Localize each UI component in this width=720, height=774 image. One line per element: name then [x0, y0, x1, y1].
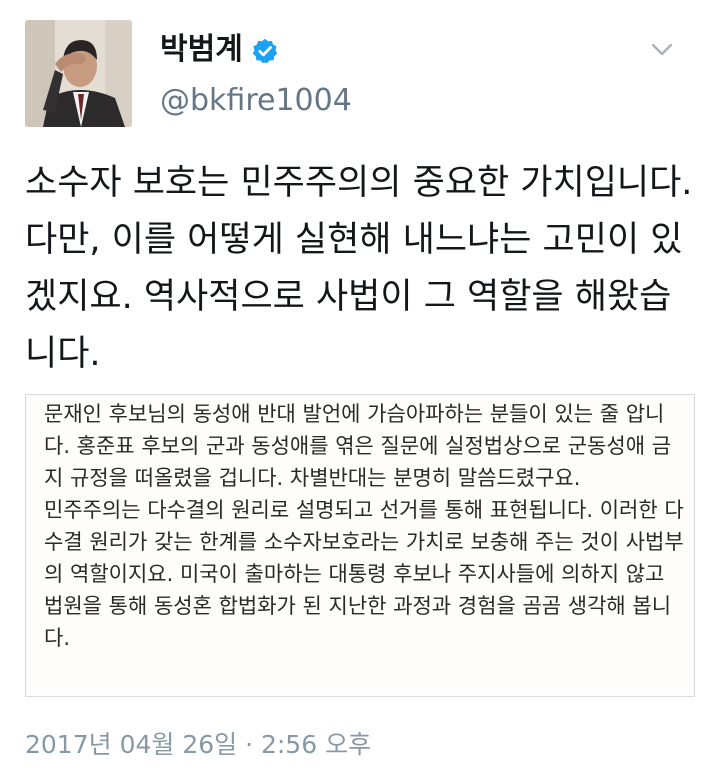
tweet-timestamp[interactable]: 2017년 04월 26일 · 2:56 오후: [25, 727, 371, 763]
author-avatar[interactable]: [25, 20, 132, 127]
attached-image-paragraph-1: 문재인 후보님의 동성애 반대 발언에 가슴아파하는 분들이 있는 줄 압니다.…: [44, 402, 672, 490]
avatar-photo: [25, 20, 132, 127]
chevron-down-icon[interactable]: [648, 38, 676, 60]
author-display-name-row[interactable]: 박범계: [160, 30, 279, 70]
author-display-name[interactable]: 박범계: [160, 30, 243, 70]
verified-check-icon: [251, 36, 279, 64]
attached-image-paragraph-2: 민주주의는 다수결의 원리로 설명되고 선거를 통해 표현됩니다. 이러한 다수…: [44, 498, 684, 650]
tweet-text: 소수자 보호는 민주주의의 중요한 가치입니다. 다만, 이를 어떻게 실현해 …: [25, 163, 693, 374]
attached-image-text: 문재인 후보님의 동성애 반대 발언에 가슴아파하는 분들이 있는 줄 압니다.…: [44, 398, 684, 654]
author-handle[interactable]: @bkfire1004: [160, 81, 352, 121]
